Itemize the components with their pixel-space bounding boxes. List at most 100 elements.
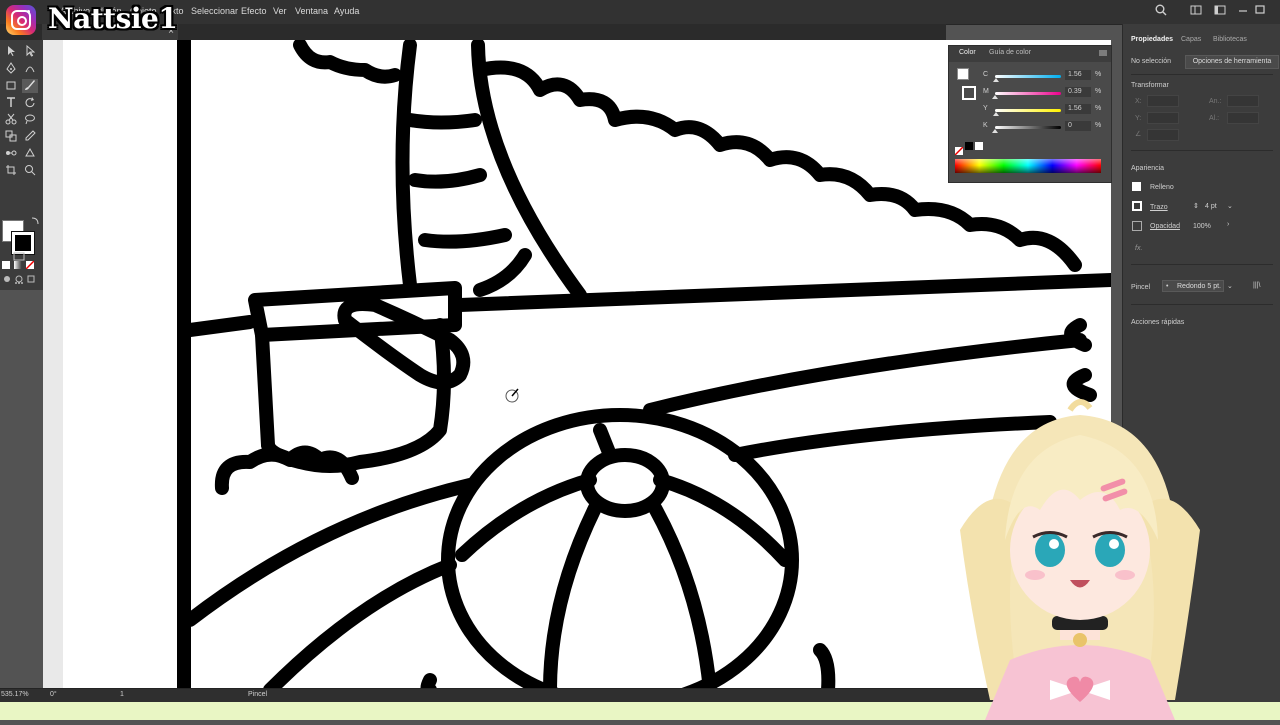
appearance-title: Apariencia bbox=[1131, 165, 1165, 172]
current-tool-status: Pincel bbox=[248, 691, 268, 698]
color-fill-preview[interactable] bbox=[957, 68, 969, 80]
cmyk-value-field[interactable]: 1.56 bbox=[1065, 104, 1091, 114]
brush-cursor-icon bbox=[505, 387, 521, 403]
cmyk-label: K bbox=[983, 122, 988, 129]
color-spectrum[interactable] bbox=[955, 159, 1101, 173]
menu-ventana[interactable]: Ventana bbox=[295, 6, 328, 16]
default-colors-icon[interactable] bbox=[0, 222, 10, 236]
lasso-tool-icon[interactable] bbox=[22, 113, 38, 127]
cmyk-slider-track[interactable] bbox=[995, 109, 1061, 112]
artboard-tool-icon[interactable] bbox=[3, 164, 19, 178]
none-swatch-icon[interactable] bbox=[954, 142, 964, 160]
cmyk-value-field[interactable]: 0.39 bbox=[1065, 87, 1091, 97]
cmyk-slider-knob[interactable] bbox=[992, 95, 999, 99]
transform-width-field[interactable] bbox=[1227, 95, 1259, 107]
cmyk-value-field[interactable]: 0 bbox=[1065, 121, 1091, 131]
arrange-documents-icon[interactable] bbox=[1190, 4, 1202, 19]
opacity-label[interactable]: Opacidad bbox=[1150, 223, 1180, 230]
rotate-angle-field[interactable] bbox=[1147, 129, 1179, 141]
direct-selection-tool-icon[interactable] bbox=[22, 44, 38, 59]
blend-tool-icon[interactable] bbox=[3, 147, 19, 161]
opacity-arrow-icon[interactable]: › bbox=[1227, 221, 1229, 228]
white-swatch[interactable] bbox=[975, 142, 983, 150]
cmyk-unit: % bbox=[1095, 88, 1102, 95]
transform-height-field[interactable] bbox=[1227, 112, 1259, 124]
more-tools-icon[interactable] bbox=[11, 276, 27, 290]
tool-options-button[interactable]: Opciones de herramienta bbox=[1185, 55, 1279, 69]
zoom-level[interactable]: 535.17% bbox=[1, 691, 29, 698]
rotate-angle-icon[interactable]: ∠ bbox=[1135, 130, 1141, 138]
stroke-weight-value[interactable]: 4 pt bbox=[1205, 203, 1217, 210]
tools-panel bbox=[0, 40, 44, 290]
transform-width-label: An.: bbox=[1209, 98, 1222, 105]
effects-fx-label[interactable]: fx. bbox=[1135, 245, 1142, 252]
paintbrush-tool-icon[interactable] bbox=[22, 79, 38, 93]
selection-tool-icon[interactable] bbox=[3, 45, 19, 59]
cmyk-slider-knob[interactable] bbox=[993, 78, 1000, 82]
screen-mode-icon[interactable] bbox=[11, 252, 27, 266]
appearance-stroke-swatch[interactable] bbox=[1132, 201, 1142, 211]
menu-seleccionar[interactable]: Seleccionar bbox=[191, 6, 238, 16]
rectangle-tool-icon[interactable] bbox=[3, 79, 19, 93]
brush-dropdown[interactable]: Redondo 5 pt. bbox=[1162, 280, 1224, 292]
color-mode-icon[interactable] bbox=[1, 260, 11, 274]
artboard-number[interactable]: 1 bbox=[120, 691, 124, 698]
menu-ver[interactable]: Ver bbox=[273, 6, 287, 16]
tab-color[interactable]: Color bbox=[959, 49, 976, 56]
cmyk-slider-knob[interactable] bbox=[992, 129, 998, 133]
opacity-value[interactable]: 100% bbox=[1193, 223, 1211, 230]
type-tool-icon[interactable] bbox=[3, 96, 19, 110]
eyedropper-tool-icon[interactable] bbox=[22, 130, 38, 144]
brush-library-icon[interactable]: |||\ bbox=[1253, 282, 1260, 289]
cmyk-row-c: C 1.56% bbox=[983, 70, 1109, 82]
menu-efecto[interactable]: Efecto bbox=[241, 6, 267, 16]
rotation-value[interactable]: 0° bbox=[50, 691, 57, 698]
divider bbox=[1131, 74, 1273, 75]
vtuber-avatar bbox=[930, 390, 1220, 720]
tab-properties[interactable]: Propiedades bbox=[1131, 36, 1173, 43]
minimize-icon[interactable] bbox=[1238, 3, 1248, 18]
stroke-dropdown-icon[interactable]: ⌄ bbox=[1227, 202, 1233, 210]
tab-color-guide[interactable]: Guía de color bbox=[989, 49, 1031, 56]
panel-menu-icon[interactable] bbox=[1099, 49, 1107, 59]
properties-tabs: Propiedades Capas Bibliotecas bbox=[1123, 32, 1280, 46]
cmyk-value-field[interactable]: 1.56 bbox=[1065, 70, 1091, 80]
cmyk-row-m: M 0.39% bbox=[983, 87, 1109, 99]
color-panel-tabs: Color Guía de color bbox=[949, 46, 1111, 62]
live-paint-tool-icon[interactable] bbox=[22, 147, 38, 161]
tab-libraries[interactable]: Bibliotecas bbox=[1213, 36, 1247, 43]
menu-ayuda[interactable]: Ayuda bbox=[334, 6, 359, 16]
cmyk-slider-track[interactable] bbox=[995, 126, 1061, 129]
shape-builder-tool-icon[interactable] bbox=[3, 130, 19, 144]
curvature-tool-icon[interactable] bbox=[22, 62, 38, 76]
instagram-logo-icon bbox=[6, 5, 36, 35]
selection-status: No selección bbox=[1131, 58, 1172, 65]
zoom-tool-icon[interactable] bbox=[22, 164, 38, 178]
cmyk-unit: % bbox=[1095, 71, 1102, 78]
maximize-icon[interactable] bbox=[1255, 3, 1265, 18]
fill-label: Relleno bbox=[1150, 184, 1174, 191]
cmyk-slider-knob[interactable] bbox=[993, 112, 1000, 116]
swap-colors-icon[interactable] bbox=[27, 216, 43, 230]
scissors-tool-icon[interactable] bbox=[3, 113, 19, 127]
appearance-fill-swatch[interactable] bbox=[1132, 182, 1141, 191]
rotate-tool-icon[interactable] bbox=[22, 96, 38, 110]
stroke-label[interactable]: Trazo bbox=[1150, 204, 1168, 211]
transform-height-label: Al.: bbox=[1209, 115, 1220, 122]
color-stroke-preview[interactable] bbox=[962, 86, 976, 100]
cmyk-slider-track[interactable] bbox=[995, 75, 1061, 78]
divider bbox=[1131, 150, 1273, 151]
menu-bar: Archivo Edición Objeto Texto Seleccionar… bbox=[0, 0, 1280, 25]
cmyk-slider-track[interactable] bbox=[995, 92, 1061, 95]
transform-y-field[interactable] bbox=[1147, 112, 1179, 124]
tab-layers[interactable]: Capas bbox=[1181, 36, 1201, 43]
transform-x-field[interactable] bbox=[1147, 95, 1179, 107]
brush-chevron-down-icon[interactable]: ⌄ bbox=[1227, 282, 1233, 290]
stroke-color-swatch[interactable] bbox=[11, 231, 35, 255]
workspace-icon[interactable] bbox=[1214, 4, 1226, 19]
search-icon[interactable] bbox=[1155, 4, 1167, 19]
pen-tool-icon[interactable] bbox=[3, 62, 19, 76]
stroke-stepper-icon[interactable]: ⇕ bbox=[1193, 202, 1199, 210]
black-swatch[interactable] bbox=[965, 142, 973, 150]
divider bbox=[1131, 264, 1273, 265]
